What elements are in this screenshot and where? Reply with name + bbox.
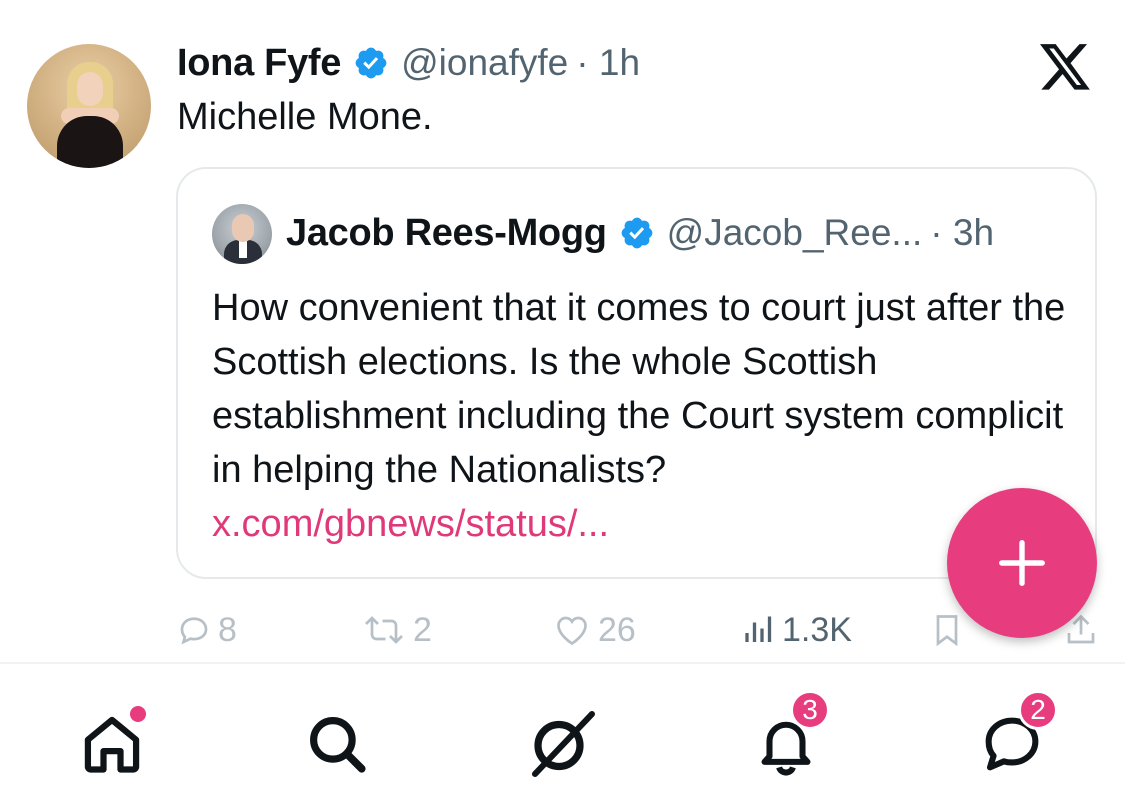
home-notification-dot <box>130 706 146 722</box>
views-count: 1.3K <box>782 610 852 649</box>
repost-button[interactable]: 2 <box>361 607 432 653</box>
like-button[interactable]: 26 <box>552 607 636 653</box>
bookmark-button[interactable] <box>930 607 970 653</box>
bottom-nav: 3 2 <box>0 664 1125 812</box>
quote-time: · 3h <box>930 212 995 253</box>
quote-avatar-shirt <box>239 240 247 258</box>
heart-icon <box>557 616 587 646</box>
quote-author-handle: @Jacob_Ree... <box>666 212 923 253</box>
verified-badge-icon <box>621 217 653 249</box>
quote-avatar-face <box>232 214 254 242</box>
nav-grok[interactable] <box>522 704 602 784</box>
views-button[interactable]: 1.3K <box>742 607 852 653</box>
like-count: 26 <box>598 610 636 649</box>
reply-icon <box>180 617 208 645</box>
quote-body: How convenient that it comes to court ju… <box>212 287 1066 491</box>
quote-header: Jacob Rees-Mogg @Jacob_Ree... · 3h <box>286 207 994 259</box>
author-name[interactable]: Iona Fyfe <box>177 42 341 85</box>
compose-button[interactable] <box>947 488 1097 638</box>
author-handle[interactable]: @ionafyfe <box>401 42 568 84</box>
search-icon <box>310 717 366 773</box>
views-icon <box>745 616 772 642</box>
repost-count: 2 <box>413 610 432 649</box>
avatar-face <box>77 72 103 106</box>
grok-icon <box>532 711 595 777</box>
nav-home[interactable] <box>72 704 152 784</box>
verified-badge-icon <box>355 47 387 79</box>
notifications-badge: 3 <box>790 690 830 730</box>
nav-notifications[interactable]: 3 <box>746 690 830 784</box>
reply-button[interactable]: 8 <box>176 607 237 653</box>
plus-icon <box>999 540 1045 586</box>
messages-badge: 2 <box>1018 690 1058 730</box>
tweet-header: Iona Fyfe @ionafyfe · 1h <box>177 38 640 88</box>
quote-author-name: Jacob Rees-Mogg <box>286 211 607 254</box>
tweet-time: · 1h <box>576 42 641 83</box>
quote-tweet-card[interactable]: Jacob Rees-Mogg @Jacob_Ree... · 3h How c… <box>176 167 1097 579</box>
quote-author-avatar <box>212 204 272 264</box>
reply-count: 8 <box>218 610 237 649</box>
author-avatar[interactable] <box>27 44 151 168</box>
quote-text: How convenient that it comes to court ju… <box>212 281 1072 551</box>
nav-messages[interactable]: 2 <box>972 690 1058 784</box>
avatar-dress <box>57 116 123 168</box>
tweet-text: Michelle Mone. <box>177 96 433 138</box>
bookmark-icon <box>936 615 958 647</box>
repost-icon <box>365 616 403 644</box>
quote-link[interactable]: x.com/gbnews/status/... <box>212 503 609 545</box>
x-logo-icon <box>1040 44 1090 90</box>
nav-search[interactable] <box>297 704 377 784</box>
tweet-action-bar: 8 2 26 1.3K <box>176 607 1097 653</box>
